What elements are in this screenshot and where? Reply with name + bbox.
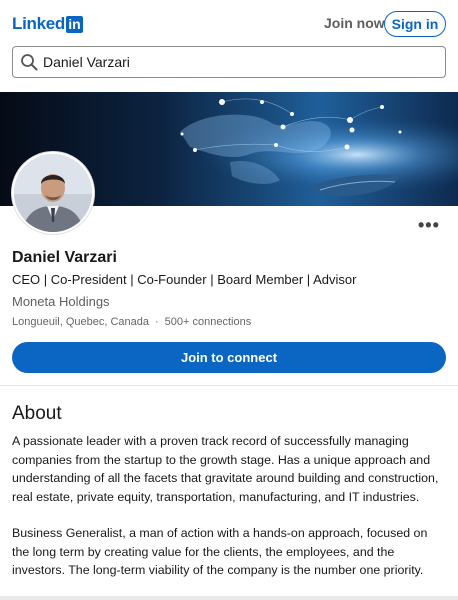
top-header: Linked in Join now Sign in	[0, 0, 458, 46]
profile-company[interactable]: Moneta Holdings	[12, 294, 110, 309]
join-now-link[interactable]: Join now	[324, 15, 385, 31]
meta-separator: ·	[155, 316, 159, 328]
about-paragraph: A passionate leader with a proven track …	[12, 434, 439, 504]
join-to-connect-button[interactable]: Join to connect	[12, 342, 446, 373]
bottom-divider	[0, 596, 458, 600]
profile-connections: 500+ connections	[164, 316, 252, 328]
profile-meta: Longueuil, Quebec, Canada · 500+ connectio…	[12, 316, 251, 328]
more-options-button[interactable]: •••	[418, 215, 440, 236]
about-heading: About	[12, 403, 62, 424]
profile-location: Longueuil, Quebec, Canada	[12, 316, 149, 328]
profile-name: Daniel Varzari	[12, 249, 117, 266]
sign-in-button[interactable]: Sign in	[384, 11, 446, 37]
search-value: Daniel Varzari	[43, 54, 130, 70]
section-divider	[0, 385, 458, 386]
search-input[interactable]: Daniel Varzari	[12, 46, 446, 78]
profile-headline: CEO | Co-President | Co-Founder | Board …	[12, 272, 357, 287]
logo-box: in	[66, 15, 83, 33]
search-icon	[21, 54, 38, 71]
linkedin-logo[interactable]: Linked in	[12, 14, 83, 34]
about-paragraph: Business Generalist, a man of action wit…	[12, 526, 428, 577]
profile-avatar[interactable]	[12, 152, 94, 234]
logo-text: Linked	[12, 14, 65, 33]
